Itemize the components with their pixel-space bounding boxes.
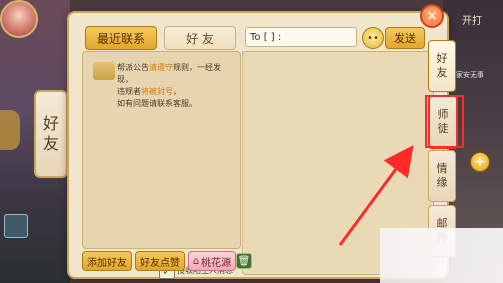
top-right-label[interactable]: 开打: [453, 12, 491, 27]
emoji-icon[interactable]: ••: [362, 27, 384, 49]
notice-line2-b: ，: [173, 87, 181, 96]
side-tab-friends-char-1: 好: [436, 52, 448, 65]
add-friend-button[interactable]: 添加好友: [82, 251, 132, 271]
trash-icon[interactable]: 🗑: [236, 253, 252, 269]
left-tab-char-2: 友: [42, 134, 59, 153]
system-icon[interactable]: [4, 214, 28, 238]
side-tab-romance[interactable]: 情 缘: [428, 150, 456, 202]
friend-like-button[interactable]: 好友点赞: [135, 251, 185, 271]
left-decoration: [0, 110, 20, 150]
contact-list-pane[interactable]: 帮派公告请遵守规则，一经发现， 违规者将被封号， 如有问题请联系客服。 ✓ 接收…: [82, 51, 241, 279]
notice-line1-highlight: 请遵守: [149, 63, 173, 72]
side-tab-romance-char-1: 情: [436, 162, 448, 175]
pane-divider: [242, 51, 243, 273]
right-hint-text: 家安无事: [456, 71, 484, 79]
send-button[interactable]: 发送: [385, 27, 425, 49]
peach-blossom-button[interactable]: ⌂ 桃花源: [188, 251, 236, 271]
left-friends-tab[interactable]: 好 友: [34, 90, 68, 178]
side-tab-romance-char-2: 缘: [436, 176, 448, 189]
recipient-field[interactable]: To [ ] :: [245, 27, 357, 47]
left-tab-char-1: 好: [42, 114, 59, 133]
peach-blossom-label: 桃花源: [201, 257, 232, 269]
notice-line1-a: 帮派公告: [117, 63, 149, 72]
close-icon[interactable]: ×: [420, 4, 444, 28]
highlight-box: [425, 95, 464, 148]
notice-line3-b: 。: [189, 99, 197, 108]
notice-text: 帮派公告请遵守规则，一经发现， 违规者将被封号， 如有问题请联系客服。: [91, 62, 236, 110]
side-tab-friends[interactable]: 好 友: [428, 40, 456, 92]
player-avatar[interactable]: [0, 0, 38, 38]
notice-line2-a: 违规者: [117, 87, 141, 96]
tab-friends[interactable]: 好 友: [164, 26, 236, 50]
home-icon: ⌂: [192, 255, 200, 267]
side-tab-friends-char-2: 友: [436, 66, 448, 79]
plus-button[interactable]: +: [470, 152, 490, 172]
notice-line3-a: 如有问题请联系客服: [117, 99, 189, 108]
notice-line2-highlight: 将被封号: [141, 87, 173, 96]
tab-recent-contacts[interactable]: 最近联系: [85, 26, 157, 50]
blurred-area: [380, 228, 503, 283]
